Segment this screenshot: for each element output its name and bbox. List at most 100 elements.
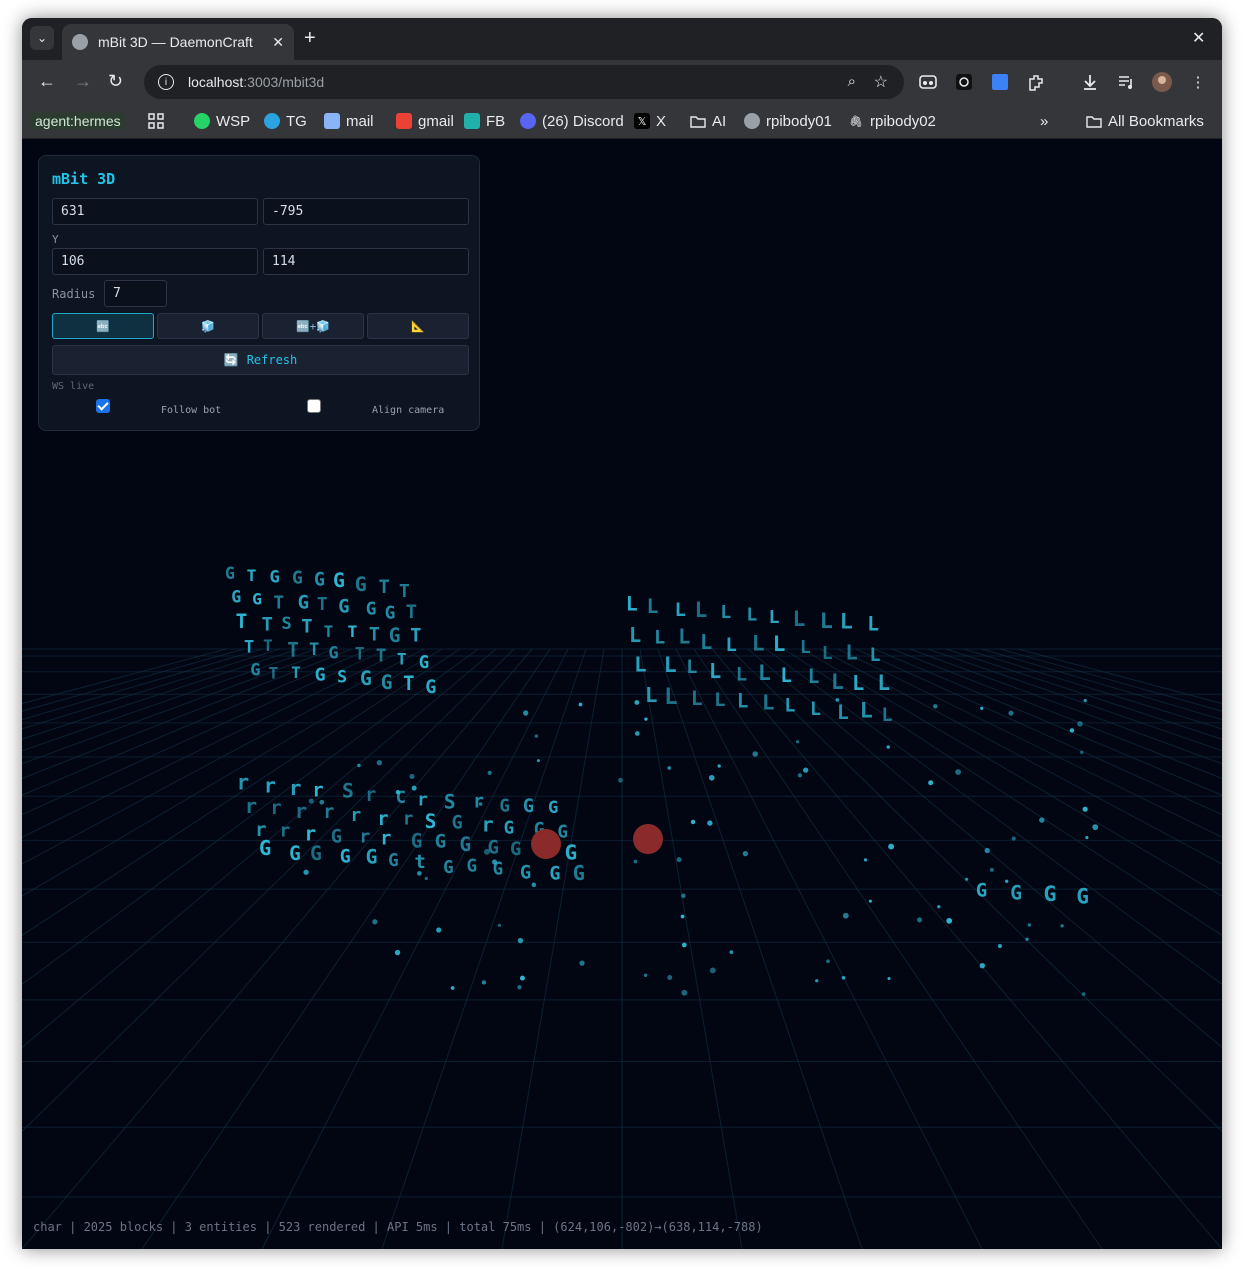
measure-mode-button[interactable]: 📐 xyxy=(367,313,469,339)
scene-point xyxy=(536,759,540,763)
refresh-button[interactable]: 🔄 Refresh xyxy=(52,345,469,375)
globe-icon xyxy=(744,113,760,129)
y-label: Y xyxy=(52,233,59,246)
measure-mode-icon: 📐 xyxy=(411,319,425,333)
scene-glyph-right: L xyxy=(769,607,780,628)
scene-glyph-front: G xyxy=(259,836,271,860)
bookmarks-overflow[interactable]: » xyxy=(1040,109,1048,133)
site-info-icon[interactable]: i xyxy=(158,74,174,90)
y-max-input[interactable]: 114 xyxy=(263,248,469,275)
scene-glyph-left: S xyxy=(337,668,347,687)
scene-glyph-right-g: G xyxy=(1010,881,1022,904)
scene-point xyxy=(1039,817,1045,823)
fb-icon xyxy=(464,113,480,129)
bookmark-6[interactable]: 𝕏X xyxy=(634,109,666,133)
scene-glyph-front: r xyxy=(270,798,281,819)
scene-glyph-right: L xyxy=(867,613,879,636)
scene-glyph-left: T xyxy=(369,624,380,645)
extension-2-icon[interactable] xyxy=(954,72,974,92)
grid-line xyxy=(963,648,1222,730)
scene-glyph-front: r xyxy=(295,799,307,823)
3d-viewport[interactable]: GTGGGGGTTGGTGTGGGTTTSTTTTGTTTTTGTTTGGTTG… xyxy=(22,139,1222,1249)
follow-bot-checkbox[interactable] xyxy=(96,399,110,413)
scene-point xyxy=(487,770,492,775)
forward-icon[interactable]: → xyxy=(74,72,92,90)
grid-line xyxy=(22,648,533,1249)
tab-search-icon[interactable]: ⌄ xyxy=(30,26,54,50)
tab-active[interactable]: mBit 3D — DaemonCraft ✕ xyxy=(62,24,294,60)
scene-glyph-left: G xyxy=(389,624,401,647)
entity-sphere xyxy=(531,829,561,859)
scene-glyph-front: G xyxy=(504,818,515,838)
y-min-input[interactable]: 106 xyxy=(52,248,258,275)
scene-glyph-left: T xyxy=(247,566,257,585)
text-mode-button[interactable]: 🔤 xyxy=(52,313,154,339)
media-control-icon[interactable] xyxy=(1116,72,1136,92)
scene-glyph-front: r xyxy=(312,779,323,801)
zoom-icon[interactable]: ⌕ xyxy=(848,73,856,90)
x-input[interactable]: 631 xyxy=(52,198,258,225)
apps-grid-icon[interactable] xyxy=(148,109,164,133)
scene-glyph-right: L xyxy=(860,699,873,724)
scene-glyph-right: L xyxy=(645,683,657,707)
bookmark-9[interactable]: 🖇 rpibody02 xyxy=(848,109,936,133)
scene-point xyxy=(667,974,673,980)
profile-chip[interactable]: agent:hermes xyxy=(30,113,126,129)
bookmark-7[interactable]: AI xyxy=(690,109,726,133)
bookmark-3[interactable]: gmail xyxy=(396,109,454,133)
bookmark-2[interactable]: mail xyxy=(324,109,374,133)
menu-kebab-icon[interactable]: ⋮ xyxy=(1188,72,1208,92)
scene-point xyxy=(1060,924,1064,928)
scene-point xyxy=(937,905,941,909)
scene-point xyxy=(1082,806,1088,812)
bookmark-8[interactable]: rpibody01 xyxy=(744,109,832,133)
scene-point xyxy=(1005,879,1009,884)
bookmark-label: FB xyxy=(486,112,506,130)
scene-glyph-left: T xyxy=(355,645,365,664)
all-bookmarks[interactable]: All Bookmarks xyxy=(1086,109,1204,133)
mixed-mode-icon: 🔤+🧊 xyxy=(295,319,330,333)
profile-avatar[interactable] xyxy=(1152,72,1172,92)
mixed-mode-button[interactable]: 🔤+🧊 xyxy=(262,313,364,339)
grid-line xyxy=(22,648,227,705)
scene-point xyxy=(886,745,890,749)
all-bookmarks-label: All Bookmarks xyxy=(1108,112,1204,130)
reload-icon[interactable]: ↻ xyxy=(108,72,123,90)
tab-close-icon[interactable]: ✕ xyxy=(272,34,284,51)
scene-glyph-right: L xyxy=(720,602,731,623)
bookmark-1[interactable]: TG xyxy=(264,109,307,133)
z-input[interactable]: -795 xyxy=(263,198,469,225)
block-mode-button[interactable]: 🧊 xyxy=(157,313,259,339)
extension-3-icon[interactable] xyxy=(990,72,1010,92)
extensions-puzzle-icon[interactable] xyxy=(1026,72,1046,92)
scene-glyph-front: r xyxy=(237,770,250,794)
extension-1-icon[interactable] xyxy=(918,72,938,92)
scene-point xyxy=(917,917,923,923)
tab-strip: ⌄ mBit 3D — DaemonCraft ✕ + ✕ xyxy=(22,18,1222,60)
scene-glyph-front: G xyxy=(289,842,301,865)
scene-glyph-left: T xyxy=(317,594,328,615)
bookmark-0[interactable]: WSP xyxy=(194,109,250,133)
scene-glyph-right: L xyxy=(822,643,833,664)
radius-input[interactable]: 7 xyxy=(104,280,167,307)
window-close-button[interactable]: ✕ xyxy=(1192,28,1205,48)
bookmark-5[interactable]: (26) Discord xyxy=(520,109,624,133)
scene-glyph-right: L xyxy=(700,630,712,654)
scene-glyph-left: T xyxy=(244,636,254,656)
scene-point xyxy=(717,764,721,768)
grid-line xyxy=(783,648,1222,936)
scene-point xyxy=(742,851,748,857)
back-icon[interactable]: ← xyxy=(38,72,56,90)
scene-point xyxy=(928,780,934,786)
bookmark-star-icon[interactable]: ☆ xyxy=(874,72,888,92)
address-bar[interactable]: i localhost:3003/mbit3d ⌕ ☆ xyxy=(144,65,904,99)
scene-point xyxy=(997,943,1003,949)
download-icon[interactable] xyxy=(1080,72,1100,92)
bookmark-4[interactable]: FB xyxy=(464,109,505,133)
scene-glyph-front: r xyxy=(350,805,361,826)
new-tab-button[interactable]: + xyxy=(304,28,316,48)
bookmarks-bar: agent:hermes WSP TG mail gmail FB (26) Discor… xyxy=(22,104,1222,138)
scene-glyph-right: L xyxy=(800,637,811,658)
align-camera-checkbox[interactable] xyxy=(307,399,321,413)
scene-glyph-left: T xyxy=(263,636,273,655)
